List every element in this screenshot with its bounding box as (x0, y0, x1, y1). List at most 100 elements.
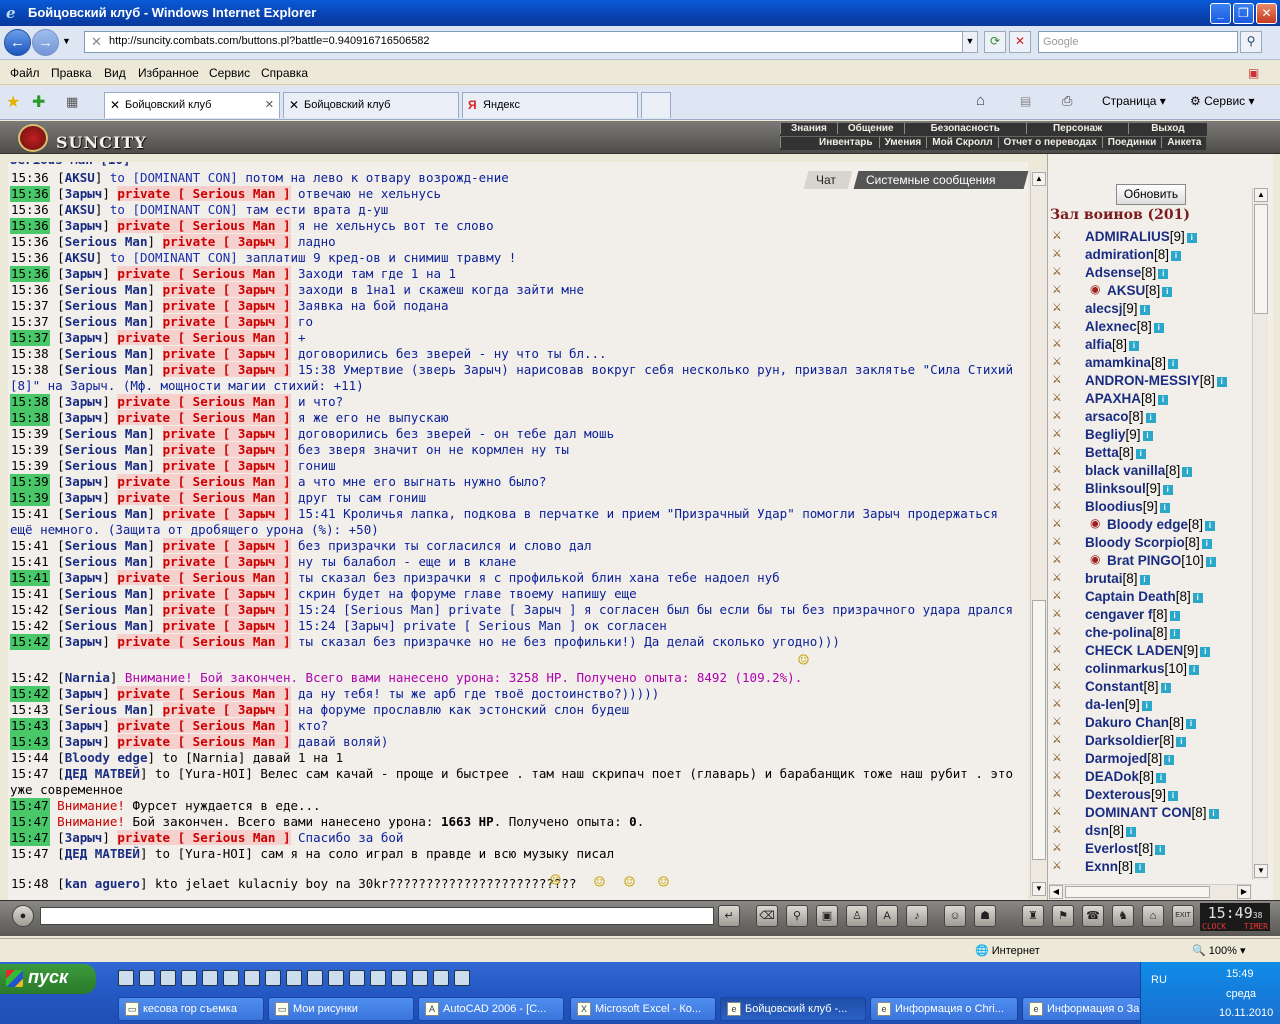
player-action-icon[interactable]: ⚔ (1052, 481, 1074, 495)
chat-nick[interactable]: [Зарыч] (57, 634, 110, 649)
player-name[interactable]: alecsj[9] i (1085, 301, 1150, 316)
player-name[interactable]: Bloody edge[8] i (1107, 517, 1216, 532)
nick-name[interactable]: AKSU (65, 170, 95, 185)
player-name[interactable]: Begliy[9] i (1085, 427, 1153, 442)
private-target[interactable]: private [ Зарыч ] (162, 586, 291, 601)
player-name[interactable]: Captain Death[8] i (1085, 589, 1203, 604)
chat-to-target[interactable]: to [Yura-HOI] (155, 846, 253, 861)
nick-name[interactable]: Зарыч (65, 734, 103, 749)
task-autocad[interactable]: A AutoCAD 2006 - [C... (418, 997, 564, 1021)
chat-nick[interactable]: [Serious Man] (57, 586, 155, 601)
player-name[interactable]: Betta[8] i (1085, 445, 1146, 460)
player-name[interactable]: AKSU[8] i (1107, 283, 1173, 298)
player-action-icon[interactable]: ⚔ (1052, 283, 1074, 297)
player-row[interactable]: ⚔ Bloodius[9] i (1052, 498, 1252, 516)
quick-launch-icon[interactable] (139, 970, 155, 986)
friends-icon[interactable]: ☎ (1082, 905, 1104, 927)
scroll-thumb[interactable] (1065, 886, 1210, 898)
lock-icon[interactable]: ⌂ (1142, 905, 1164, 927)
player-name[interactable]: admiration[8] i (1085, 247, 1182, 262)
player-name[interactable]: ANDRON-MESSIY[8] i (1085, 373, 1227, 388)
nick-name[interactable]: Зарыч (65, 218, 103, 233)
player-action-icon[interactable]: ⚔ (1052, 859, 1074, 873)
game-menu-knowledge[interactable]: Знания (780, 123, 837, 134)
info-icon[interactable]: i (1186, 719, 1197, 729)
player-row[interactable]: ⚔ Captain Death[8] i (1052, 588, 1252, 606)
private-target[interactable]: private [ Зарыч ] (162, 618, 291, 633)
game-menu-transfers[interactable]: Отчет о переводах (997, 137, 1102, 148)
nick-name[interactable]: Serious Man (65, 362, 148, 377)
chat-nick[interactable]: [Bloody edge] (57, 750, 155, 765)
info-icon[interactable]: i (1160, 683, 1171, 693)
info-icon[interactable]: i (1216, 377, 1227, 387)
player-name[interactable]: Darksoldier[8] i (1085, 733, 1187, 748)
refresh-button[interactable]: Обновить (1116, 184, 1186, 205)
player-name[interactable]: DEADok[8] i (1085, 769, 1167, 784)
refresh-icon[interactable]: ⟳ (984, 31, 1006, 53)
tools-menu[interactable]: ⚙ Сервис ▾ (1190, 94, 1255, 108)
player-action-icon[interactable]: ⚔ (1052, 247, 1074, 261)
quick-launch-icon[interactable] (433, 970, 449, 986)
info-icon[interactable]: i (1176, 737, 1187, 747)
quick-launch-icon[interactable] (412, 970, 428, 986)
scroll-up-icon[interactable]: ▲ (1032, 172, 1046, 186)
player-name[interactable]: da-len[9] i (1085, 697, 1152, 712)
chat-nick[interactable]: [Зарыч] (57, 490, 110, 505)
game-menu-fights[interactable]: Поединки (1101, 137, 1162, 148)
chat-nick[interactable]: [Serious Man] (57, 506, 155, 521)
player-action-icon[interactable]: ⚔ (1052, 229, 1074, 243)
player-action-icon[interactable]: ⚔ (1052, 679, 1074, 693)
info-icon[interactable]: i (1145, 413, 1156, 423)
close-button[interactable]: ✕ (1256, 3, 1277, 24)
private-target[interactable]: private [ Serious Man ] (117, 718, 291, 733)
minimize-button[interactable]: _ (1210, 3, 1231, 24)
player-row[interactable]: ⚔ Darmojed[8] i (1052, 750, 1252, 768)
player-action-icon[interactable]: ⚔ (1052, 337, 1074, 351)
chat-nick[interactable]: [Зарыч] (57, 394, 110, 409)
player-row[interactable]: ⚔ DOMINANT CON[8] i (1052, 804, 1252, 822)
nick-name[interactable]: Зарыч (65, 686, 103, 701)
player-action-icon[interactable]: ⚔ (1052, 301, 1074, 315)
maximize-button[interactable]: ❐ (1233, 3, 1254, 24)
info-icon[interactable]: i (1208, 809, 1219, 819)
private-target[interactable]: private [ Serious Man ] (117, 570, 291, 585)
private-target[interactable]: private [ Serious Man ] (117, 394, 291, 409)
chat-to-target[interactable]: to [DOMINANT CON] (110, 170, 238, 185)
player-row[interactable]: ⚔ colinmarkus[10] i (1052, 660, 1252, 678)
player-action-icon[interactable]: ⚔ (1052, 391, 1074, 405)
page-menu[interactable]: Страница ▾ (1102, 94, 1166, 108)
player-action-icon[interactable]: ⚔ (1052, 787, 1074, 801)
player-name[interactable]: ADMIRALIUS[9] i (1085, 229, 1197, 244)
player-action-icon[interactable]: ⚔ (1052, 769, 1074, 783)
nick-name[interactable]: Serious Man (65, 586, 148, 601)
game-menu-scroll[interactable]: Мой Скролл (926, 137, 997, 148)
chat-nick[interactable]: [Зарыч] (57, 410, 110, 425)
info-icon[interactable]: i (1164, 755, 1175, 765)
nick-name[interactable]: Serious Man (65, 314, 148, 329)
nick-name[interactable]: AKSU (65, 250, 95, 265)
back-button[interactable]: ← (4, 29, 31, 56)
player-row[interactable]: ⚔ Exnn[8] i (1052, 858, 1252, 876)
nick-name[interactable]: Serious Man (65, 618, 148, 633)
info-icon[interactable]: i (1169, 629, 1180, 639)
private-target[interactable]: private [ Зарыч ] (162, 426, 291, 441)
scroll-up-icon[interactable]: ▲ (1254, 188, 1268, 202)
nick-name[interactable]: Serious Man (65, 602, 148, 617)
chat-nick[interactable]: [Serious Man] (57, 362, 155, 377)
filter-icon[interactable]: ⚲ (786, 905, 808, 927)
player-name[interactable]: CHECK LADEN[9] i (1085, 643, 1211, 658)
player-action-icon[interactable]: ⚔ (1052, 751, 1074, 765)
feeds-icon[interactable]: ▤ (1020, 94, 1031, 108)
chat-nick[interactable]: [Зарыч] (57, 570, 110, 585)
player-action-icon[interactable]: ⚔ (1052, 805, 1074, 819)
info-icon[interactable]: i (1126, 827, 1137, 837)
private-target[interactable]: private [ Зарыч ] (162, 282, 291, 297)
chat-log[interactable]: Serious Man [10] 15:36 [AKSU] to [DOMINAN… (8, 162, 1028, 900)
chat-nick[interactable]: [Зарыч] (57, 474, 110, 489)
save-icon[interactable]: ▣ (816, 905, 838, 927)
player-row[interactable]: ⚔ Constant[8] i (1052, 678, 1252, 696)
player-row[interactable]: ⚔ dsn[8] i (1052, 822, 1252, 840)
player-row[interactable]: ⚔ Alexnec[8] i (1052, 318, 1252, 336)
info-icon[interactable]: i (1139, 305, 1150, 315)
player-list-hscrollbar[interactable]: ◀ ▶ (1049, 884, 1252, 899)
